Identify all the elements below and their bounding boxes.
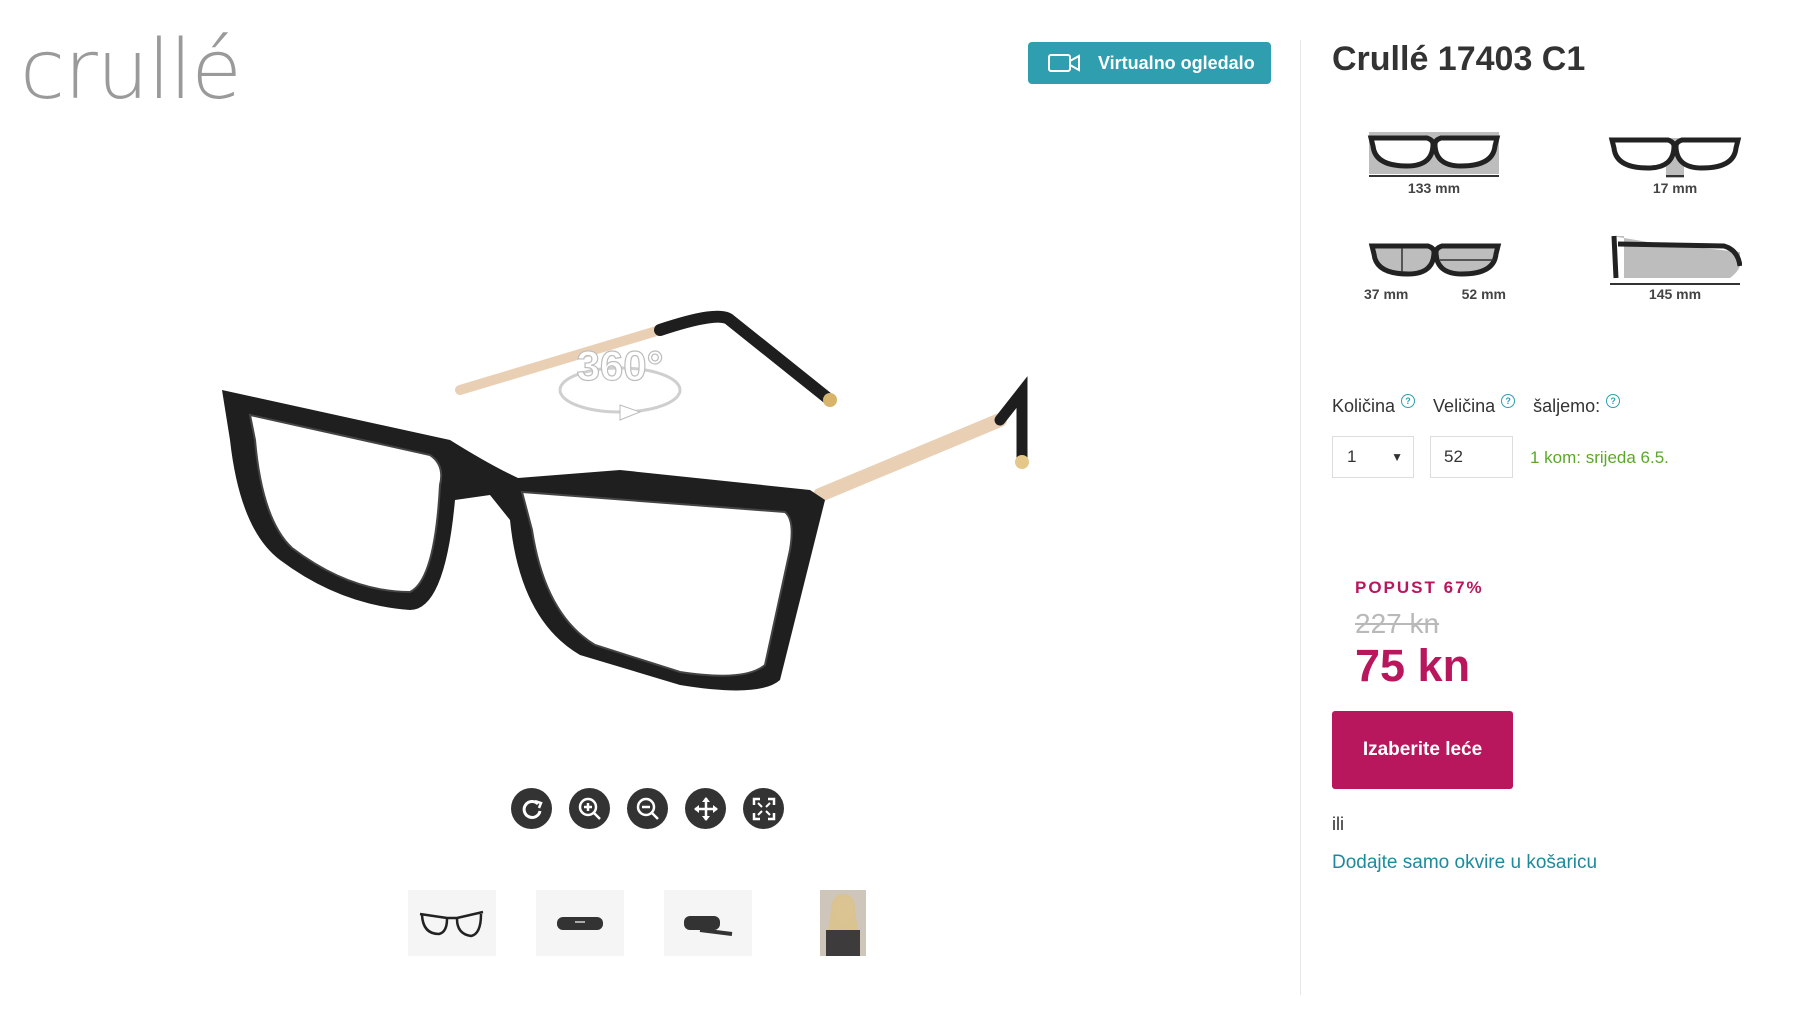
virtual-mirror-label: Virtualno ogledalo <box>1098 52 1255 73</box>
quantity-label: Količina <box>1332 396 1396 416</box>
choose-lenses-button[interactable]: Izaberite leće <box>1332 711 1513 789</box>
thumb-case-closed[interactable] <box>536 890 624 956</box>
glasses-image: 360° <box>222 310 1029 691</box>
thumb-case-open[interactable] <box>664 890 752 956</box>
chevron-down-icon: ▼ <box>1391 450 1403 464</box>
move-icon[interactable] <box>685 788 726 829</box>
video-camera-icon <box>1048 54 1080 72</box>
thumbnail-strip <box>408 890 866 956</box>
badge-360-text: 360° <box>577 342 664 389</box>
option-labels: Količina? Veličina? šaljemo:? <box>1332 394 1638 417</box>
discount-badge: POPUST 67% <box>1355 578 1484 597</box>
or-text: ili <box>1332 814 1344 834</box>
product-title: Crullé 17403 C1 <box>1332 40 1586 78</box>
help-icon[interactable]: ? <box>1606 394 1621 408</box>
fullscreen-icon[interactable] <box>743 788 784 829</box>
brand-logo[interactable]: crullé <box>20 30 242 112</box>
column-divider <box>1300 40 1301 995</box>
bridge-icon <box>1608 137 1742 178</box>
rotate-icon[interactable] <box>511 788 552 829</box>
virtual-mirror-button[interactable]: Virtualno ogledalo <box>1028 42 1271 84</box>
zoom-out-icon[interactable] <box>627 788 668 829</box>
temple-length-icon <box>1610 235 1742 285</box>
help-icon[interactable]: ? <box>1501 394 1516 408</box>
thumb-model-photo[interactable] <box>820 890 866 956</box>
old-price: 227 kn <box>1355 608 1440 639</box>
current-price: 75 kn <box>1355 640 1471 691</box>
dimension-total-width: 133 mm <box>1367 130 1501 196</box>
lens-width-value: 52 mm <box>1461 286 1506 302</box>
total-width-icon <box>1367 132 1501 177</box>
viewer-controls <box>511 788 784 829</box>
thumb-glasses[interactable] <box>408 890 496 956</box>
product-360-viewer[interactable]: 360° <box>200 280 1040 720</box>
dimension-lens: 37 mm 52 mm <box>1350 236 1520 302</box>
quantity-select[interactable]: 1 ▼ <box>1332 436 1414 478</box>
delivery-info: 1 kom: srijeda 6.5. <box>1530 448 1669 467</box>
help-icon[interactable]: ? <box>1401 394 1416 408</box>
lens-size-icon <box>1368 243 1502 277</box>
shipping-label: šaljemo: <box>1533 396 1601 416</box>
dimension-temple: 145 mm <box>1608 232 1742 302</box>
lens-height-value: 37 mm <box>1364 286 1409 302</box>
size-field[interactable]: 52 <box>1430 436 1513 478</box>
size-label: Veličina <box>1433 396 1496 416</box>
add-frames-only-link[interactable]: Dodajte samo okvire u košaricu <box>1332 852 1597 874</box>
dimension-bridge: 17 mm <box>1608 130 1742 196</box>
zoom-in-icon[interactable] <box>569 788 610 829</box>
